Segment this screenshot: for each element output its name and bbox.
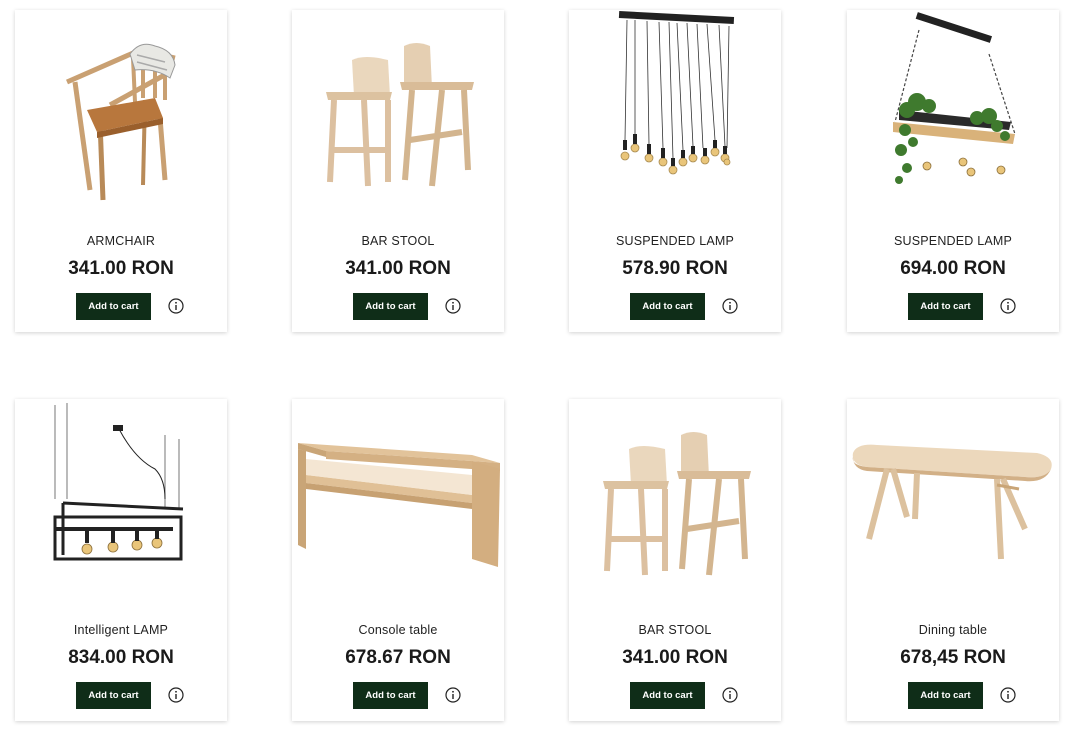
product-card[interactable]: ARMCHAIR 341.00 RON Add to cart: [15, 10, 227, 332]
info-circle-icon[interactable]: [722, 687, 738, 703]
info-circle-icon[interactable]: [445, 687, 461, 703]
add-to-cart-button[interactable]: Add to cart: [353, 682, 428, 709]
product-name: Dining table: [918, 623, 988, 637]
product-price: 678,45 RON: [900, 647, 1006, 668]
add-to-cart-button[interactable]: Add to cart: [908, 293, 983, 320]
add-to-cart-button[interactable]: Add to cart: [76, 682, 151, 709]
product-card[interactable]: Console table 678.67 RON Add to cart: [292, 399, 504, 721]
dining-table-image[interactable]: [847, 399, 1059, 611]
product-name: Console table: [358, 623, 438, 637]
info-circle-icon[interactable]: [1000, 687, 1016, 703]
armchair-image[interactable]: [15, 10, 227, 222]
info-circle-icon[interactable]: [445, 298, 461, 314]
product-name: SUSPENDED LAMP: [615, 234, 735, 248]
product-price: 341.00 RON: [345, 258, 451, 279]
console-table-image[interactable]: [292, 399, 504, 611]
add-to-cart-button[interactable]: Add to cart: [630, 293, 705, 320]
product-price: 834.00 RON: [68, 647, 174, 668]
add-to-cart-button[interactable]: Add to cart: [353, 293, 428, 320]
product-price: 578.90 RON: [622, 258, 728, 279]
pendant-lamp-image[interactable]: [569, 10, 781, 222]
product-price: 341.00 RON: [622, 647, 728, 668]
bar-stool-image[interactable]: [569, 399, 781, 611]
product-price: 694.00 RON: [900, 258, 1006, 279]
product-name: Intelligent LAMP: [73, 623, 169, 637]
planter-lamp-image[interactable]: [847, 10, 1059, 222]
product-price: 341.00 RON: [68, 258, 174, 279]
add-to-cart-button[interactable]: Add to cart: [630, 682, 705, 709]
product-card[interactable]: SUSPENDED LAMP 694.00 RON Add to cart: [847, 10, 1059, 332]
bar-stool-image[interactable]: [292, 10, 504, 222]
product-card[interactable]: BAR STOOL 341.00 RON Add to cart: [569, 399, 781, 721]
product-name: SUSPENDED LAMP: [893, 234, 1013, 248]
add-to-cart-button[interactable]: Add to cart: [908, 682, 983, 709]
product-price: 678.67 RON: [345, 647, 451, 668]
product-card[interactable]: Dining table 678,45 RON Add to cart: [847, 399, 1059, 721]
info-circle-icon[interactable]: [722, 298, 738, 314]
product-card[interactable]: BAR STOOL 341.00 RON Add to cart: [292, 10, 504, 332]
product-name: BAR STOOL: [361, 234, 435, 248]
info-circle-icon[interactable]: [168, 687, 184, 703]
product-name: ARMCHAIR: [86, 234, 156, 248]
product-card[interactable]: SUSPENDED LAMP 578.90 RON Add to cart: [569, 10, 781, 332]
frame-lamp-image[interactable]: [15, 399, 227, 611]
product-card[interactable]: Intelligent LAMP 834.00 RON Add to cart: [15, 399, 227, 721]
product-name: BAR STOOL: [638, 623, 712, 637]
info-circle-icon[interactable]: [1000, 298, 1016, 314]
add-to-cart-button[interactable]: Add to cart: [76, 293, 151, 320]
info-circle-icon[interactable]: [168, 298, 184, 314]
